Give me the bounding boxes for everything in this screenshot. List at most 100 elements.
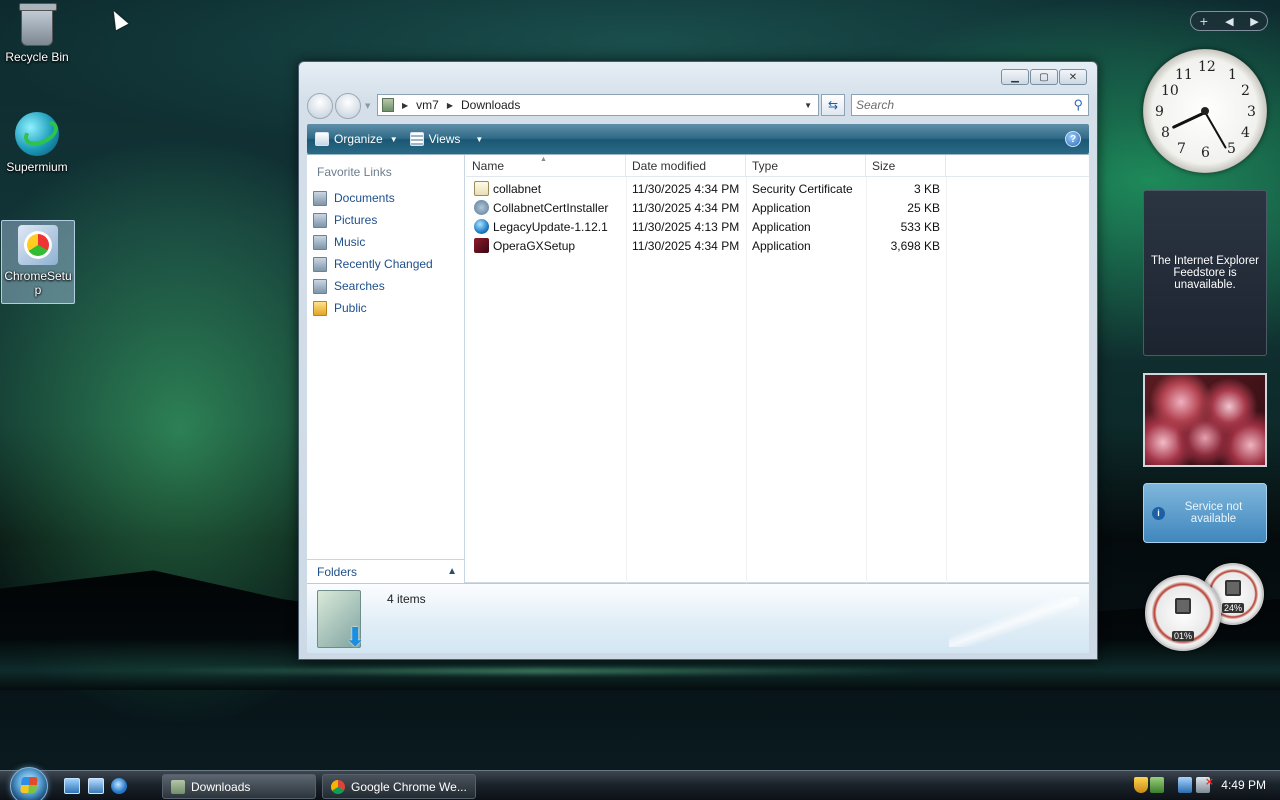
clock-number: 3 [1247, 104, 1256, 120]
taskbar-button-downloads[interactable]: Downloads [162, 774, 316, 799]
address-row: ▼ ▶ vm7 ▶ Downloads ▼ ⇆ Search ⚲ [307, 92, 1089, 119]
clock-gadget[interactable]: 12 1 2 3 4 5 6 7 8 9 10 11 [1143, 49, 1267, 173]
table-row[interactable]: collabnet 11/30/2025 4:34 PM Security Ce… [466, 179, 1089, 198]
breadcrumb-vm7[interactable]: vm7 [416, 98, 439, 112]
certificate-icon [474, 181, 489, 196]
supermium-icon [15, 112, 59, 156]
wallpaper-glow [160, 668, 920, 674]
weather-gadget[interactable]: i Service not available [1143, 483, 1267, 543]
help-button[interactable]: ? [1065, 131, 1081, 147]
taskbar-button-chrome[interactable]: Google Chrome We... [322, 774, 476, 799]
start-button[interactable] [10, 767, 48, 800]
clock-number: 7 [1177, 141, 1186, 157]
favorite-links-list: Documents Pictures Music Recently Change… [313, 187, 433, 319]
desktop-icon-chromesetup[interactable]: ChromeSetup [1, 220, 75, 304]
folders-toggle[interactable]: Folders ▲ [307, 559, 465, 583]
file-size: 3,698 KB [890, 238, 940, 253]
breadcrumb-separator-icon: ▶ [402, 100, 409, 110]
nav-link-label: Pictures [334, 213, 378, 227]
search-input[interactable]: Search ⚲ [851, 94, 1089, 116]
nav-link-searches[interactable]: Searches [313, 275, 433, 297]
file-date: 11/30/2025 4:13 PM [632, 219, 740, 234]
refresh-button[interactable]: ⇆ [821, 94, 845, 116]
folder-icon [382, 98, 394, 112]
file-name: LegacyUpdate-1.12.1 [493, 219, 608, 234]
search-placeholder: Search [856, 98, 895, 112]
sidebar-controls: + ◀ ▶ [1190, 11, 1268, 31]
details-pane: 4 items [307, 583, 1089, 653]
back-button[interactable] [307, 93, 333, 119]
service-message: Service not available [1184, 501, 1243, 525]
chevron-up-icon: ▲ [447, 566, 457, 577]
file-date: 11/30/2025 4:34 PM [632, 200, 740, 215]
recent-pages-dropdown[interactable]: ▼ [365, 102, 370, 110]
breadcrumb-downloads[interactable]: Downloads [461, 98, 520, 112]
internet-explorer-icon[interactable] [111, 778, 127, 794]
desktop-icon-label: ChromeSetup [4, 269, 72, 297]
taskbar: Downloads Google Chrome We... 4:49 PM [0, 767, 1280, 800]
installer-icon [474, 200, 489, 215]
table-row[interactable]: LegacyUpdate-1.12.1 11/30/2025 4:13 PM A… [466, 217, 1089, 236]
column-header-type[interactable]: Type [746, 155, 866, 176]
organize-label: Organize [334, 132, 383, 146]
caption-buttons: ▁ ▢ ✕ [1001, 69, 1087, 85]
table-row[interactable]: CollabnetCertInstaller 11/30/2025 4:34 P… [466, 198, 1089, 217]
column-header-name[interactable]: Name ▲ [466, 155, 626, 176]
file-rows: collabnet 11/30/2025 4:34 PM Security Ce… [466, 179, 1089, 255]
maximize-button[interactable]: ▢ [1030, 69, 1058, 85]
minimize-button[interactable]: ▁ [1001, 69, 1029, 85]
volume-muted-icon[interactable] [1196, 775, 1214, 793]
details-decoration [949, 597, 1079, 647]
recycle-bin-icon [19, 3, 57, 46]
taskbar-button-label: Downloads [191, 779, 251, 794]
slideshow-gadget[interactable] [1143, 373, 1267, 467]
tray-app-icon[interactable] [1150, 777, 1164, 793]
views-button[interactable]: Views ▼ [409, 132, 483, 146]
feed-headlines-gadget[interactable]: The Internet Explorer Feedstore is unava… [1143, 190, 1267, 356]
security-shield-icon[interactable] [1134, 777, 1148, 793]
show-desktop-icon[interactable] [64, 778, 80, 794]
recently-changed-icon [313, 256, 327, 272]
nav-link-pictures[interactable]: Pictures [313, 209, 433, 231]
explorer-content: Favorite Links Documents Pictures Music … [307, 154, 1089, 583]
item-count: 4 items [387, 592, 426, 606]
switch-windows-icon[interactable] [88, 778, 104, 794]
nav-link-music[interactable]: Music [313, 231, 433, 253]
file-name: CollabnetCertInstaller [493, 200, 609, 215]
nav-link-public[interactable]: Public [313, 297, 433, 319]
memory-chip-icon [1225, 580, 1241, 597]
taskbar-button-label: Google Chrome We... [351, 779, 467, 794]
clock-number: 9 [1155, 104, 1164, 120]
nav-link-recently-changed[interactable]: Recently Changed [313, 253, 433, 275]
table-row[interactable]: OperaGXSetup 11/30/2025 4:34 PM Applicat… [466, 236, 1089, 255]
cpu-meter-gadget[interactable]: 01% [1145, 575, 1221, 651]
search-icon[interactable]: ⚲ [1073, 97, 1083, 113]
address-bar[interactable]: ▶ vm7 ▶ Downloads ▼ [377, 94, 819, 116]
system-tray: 4:49 PM [1130, 771, 1280, 800]
add-gadget-icon[interactable]: + [1199, 15, 1208, 28]
clock-number: 1 [1228, 67, 1237, 83]
explorer-window[interactable]: ▁ ▢ ✕ ▼ ▶ vm7 ▶ Downloads ▼ ⇆ Search ⚲ O… [298, 61, 1098, 660]
nav-link-label: Public [334, 301, 367, 315]
desktop-icon-recycle-bin[interactable]: Recycle Bin [0, 2, 74, 64]
pictures-icon [313, 212, 327, 228]
views-label: Views [428, 132, 461, 146]
previous-page-icon[interactable]: ◀ [1225, 15, 1233, 28]
column-header-size[interactable]: Size [866, 155, 946, 176]
desktop-icon-supermium[interactable]: Supermium [0, 112, 74, 174]
forward-button[interactable] [335, 93, 361, 119]
desktop-icon-label: Recycle Bin [5, 50, 69, 64]
chevron-down-icon[interactable]: ▼ [475, 135, 483, 144]
nav-link-documents[interactable]: Documents [313, 187, 433, 209]
network-icon[interactable] [1178, 777, 1192, 793]
clock-time[interactable]: 4:49 PM [1221, 778, 1266, 792]
close-icon: ✕ [1068, 71, 1078, 83]
address-dropdown-icon[interactable]: ▼ [804, 101, 812, 110]
organize-button[interactable]: Organize ▼ [315, 132, 398, 146]
cpu-value: 01% [1171, 631, 1194, 641]
close-button[interactable]: ✕ [1059, 69, 1087, 85]
next-page-icon[interactable]: ▶ [1250, 15, 1258, 28]
column-header-date[interactable]: Date modified [626, 155, 746, 176]
nav-link-label: Music [334, 235, 366, 249]
organize-icon [315, 132, 329, 146]
